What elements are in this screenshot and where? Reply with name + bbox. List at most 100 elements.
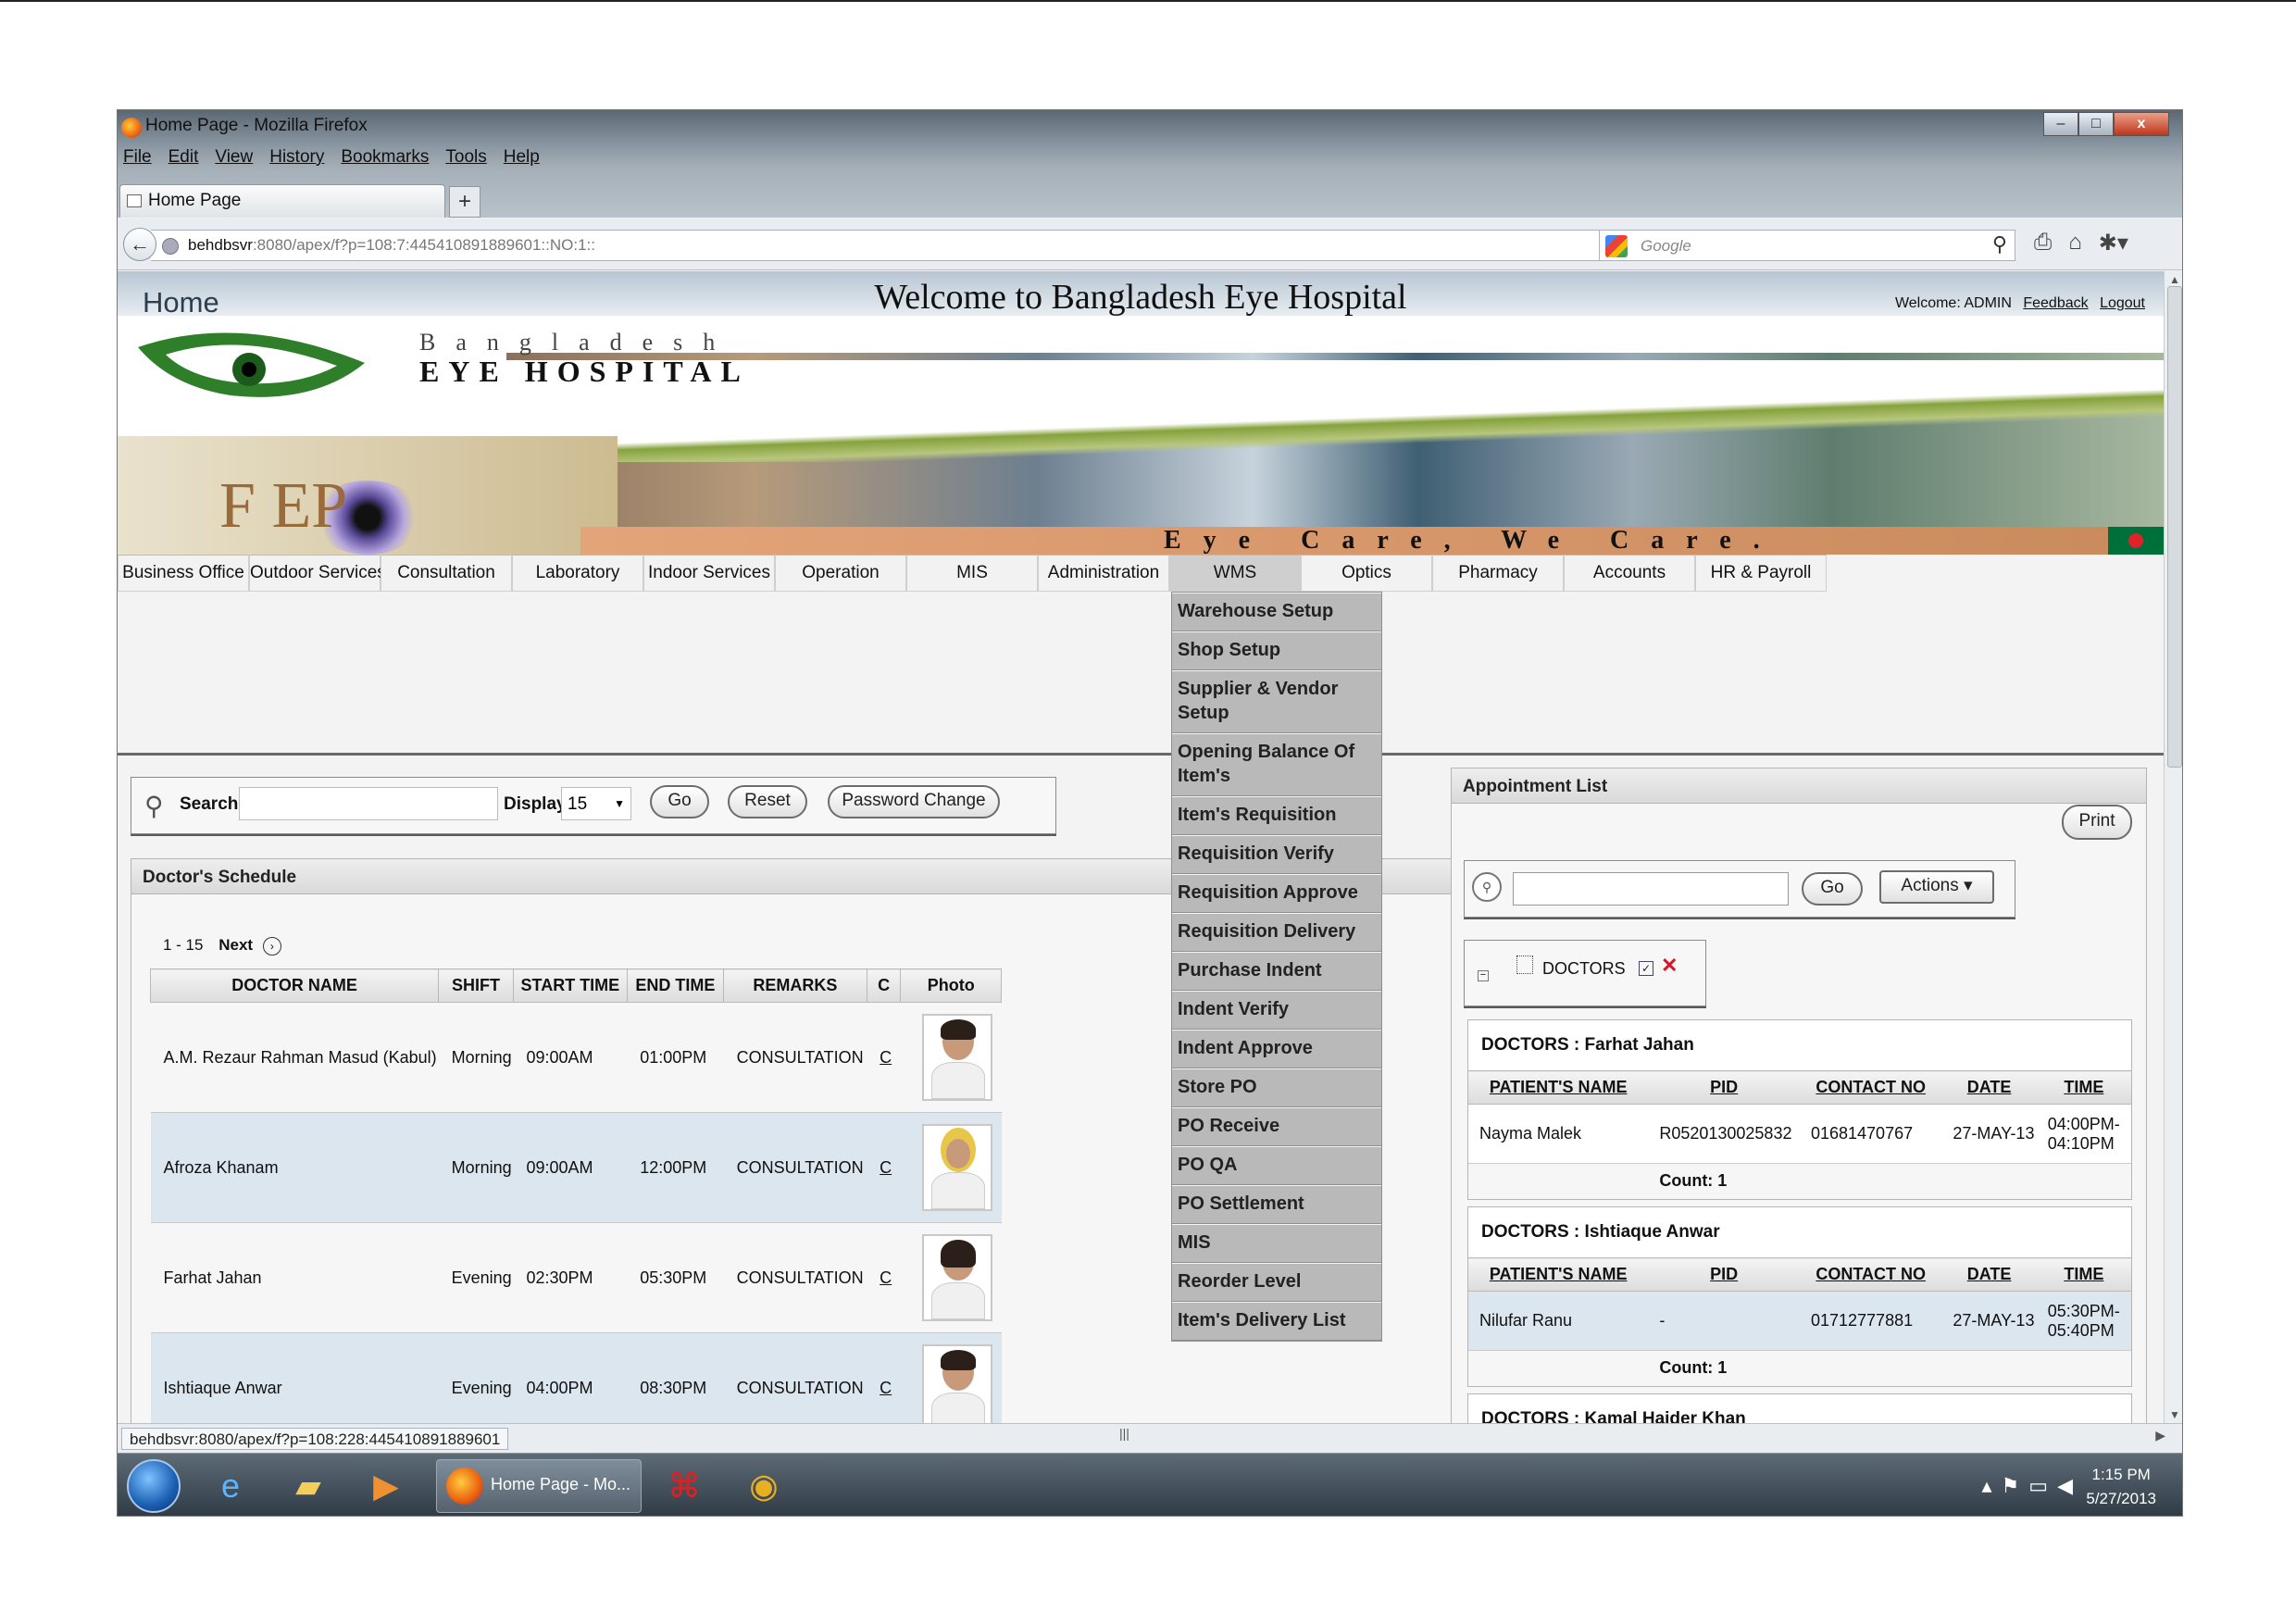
search-input[interactable] (239, 787, 498, 820)
menu-item-supplier-vendor-setup[interactable]: Supplier & Vendor Setup (1172, 670, 1381, 733)
nav-indoor-services[interactable]: Indoor Services (643, 555, 775, 592)
nav-consultation[interactable]: Consultation (381, 555, 512, 592)
go-button[interactable]: Go (650, 785, 709, 818)
menu-view[interactable]: View (215, 147, 253, 168)
menu-item-requisition-delivery[interactable]: Requisition Delivery (1172, 913, 1381, 952)
col-end-time[interactable]: END TIME (626, 968, 725, 1003)
menu-file[interactable]: File (123, 147, 152, 168)
system-tray-icons[interactable]: ▴⚑▭◀ (1982, 1474, 2082, 1498)
folder-icon[interactable]: ▰ (282, 1461, 334, 1511)
col-date[interactable]: DATE (1941, 1257, 2037, 1292)
col-date[interactable]: DATE (1941, 1070, 2037, 1105)
col-shift[interactable]: SHIFT (438, 968, 514, 1003)
col-contact-no[interactable]: CONTACT NO (1799, 1257, 1942, 1292)
media-player-icon[interactable]: ▶ (360, 1461, 412, 1511)
col-pid[interactable]: PID (1648, 1070, 1800, 1105)
nav-accounts[interactable]: Accounts (1564, 555, 1695, 592)
new-tab-button[interactable]: + (449, 186, 480, 218)
clock[interactable]: 1:15 PM 5/27/2013 (2086, 1463, 2156, 1511)
menu-item-purchase-indent[interactable]: Purchase Indent (1172, 952, 1381, 991)
logout-link[interactable]: Logout (2100, 295, 2145, 311)
menu-item-opening-balance[interactable]: Opening Balance Of Item's (1172, 733, 1381, 796)
vertical-scrollbar[interactable]: ▲ ▼ (2164, 271, 2182, 1423)
filter-checkbox[interactable]: ✓ (1639, 961, 1653, 976)
col-contact-no[interactable]: CONTACT NO (1799, 1070, 1942, 1105)
menu-item-po-settlement[interactable]: PO Settlement (1172, 1185, 1381, 1224)
search-icon[interactable]: ⚲ (1472, 872, 1502, 902)
col-patient-name[interactable]: PATIENT'S NAME (1468, 1070, 1649, 1105)
col-start-time[interactable]: START TIME (512, 968, 628, 1003)
appointment-go-button[interactable]: Go (1802, 872, 1863, 906)
scroll-up-icon[interactable]: ▲ (2169, 273, 2180, 286)
c-link[interactable]: C (867, 1222, 901, 1333)
nav-optics[interactable]: Optics (1301, 555, 1432, 592)
menu-bookmarks[interactable]: Bookmarks (341, 147, 429, 168)
back-button[interactable]: ← (123, 228, 156, 261)
col-c[interactable]: C (866, 968, 902, 1003)
site-identity-icon[interactable] (162, 238, 179, 255)
actions-menu-button[interactable]: Actions ▾ (1879, 870, 1994, 904)
appointment-search-input[interactable] (1513, 872, 1789, 906)
search-engine-box[interactable]: Google ⚲ (1599, 230, 2015, 261)
col-doctor-name[interactable]: DOCTOR NAME (149, 968, 440, 1003)
display-select[interactable]: 15 ▼ (561, 787, 631, 820)
password-change-button[interactable]: Password Change (828, 785, 1000, 818)
print-button[interactable]: Print (2062, 805, 2132, 840)
c-link[interactable]: C (867, 1112, 901, 1223)
nav-wms[interactable]: WMS (1169, 555, 1301, 592)
nav-mis[interactable]: MIS (906, 555, 1038, 592)
col-pid[interactable]: PID (1648, 1257, 1800, 1292)
nav-laboratory[interactable]: Laboratory (512, 555, 643, 592)
remove-filter-icon[interactable]: ✕ (1661, 954, 1678, 978)
menu-item-requisition-approve[interactable]: Requisition Approve (1172, 874, 1381, 913)
internet-explorer-icon[interactable]: e (205, 1461, 256, 1511)
nav-business-office[interactable]: Business Office (118, 555, 249, 592)
maximize-button[interactable]: □ (2078, 112, 2114, 136)
menu-item-po-qa[interactable]: PO QA (1172, 1146, 1381, 1185)
addon-icon[interactable]: ✱▾ (2099, 230, 2128, 256)
minimize-button[interactable]: – (2043, 112, 2078, 136)
chevron-right-icon[interactable]: › (262, 937, 281, 956)
menu-item-requisition-verify[interactable]: Requisition Verify (1172, 835, 1381, 874)
nav-operation[interactable]: Operation (775, 555, 906, 592)
menu-help[interactable]: Help (504, 147, 540, 168)
menu-item-shop-setup[interactable]: Shop Setup (1172, 631, 1381, 670)
menu-item-po-receive[interactable]: PO Receive (1172, 1107, 1381, 1146)
nav-hr-payroll[interactable]: HR & Payroll (1695, 555, 1827, 592)
google-icon[interactable] (1605, 235, 1628, 257)
reset-button[interactable]: Reset (728, 785, 807, 818)
menu-item-reorder-level[interactable]: Reorder Level (1172, 1263, 1381, 1302)
tab-home-page[interactable]: Home Page (119, 184, 445, 218)
scrollbar-thumb[interactable] (2167, 286, 2182, 768)
menu-item-warehouse-setup[interactable]: Warehouse Setup (1172, 593, 1381, 631)
menu-edit[interactable]: Edit (168, 147, 199, 168)
nav-administration[interactable]: Administration (1038, 555, 1169, 592)
menu-history[interactable]: History (269, 147, 324, 168)
print-icon[interactable]: ⎙ (2034, 230, 2052, 256)
menu-tools[interactable]: Tools (445, 147, 486, 168)
feedback-link[interactable]: Feedback (2023, 295, 2088, 311)
search-icon[interactable]: ⚲ (1992, 232, 2007, 256)
pager-next-link[interactable]: Next (218, 936, 253, 954)
col-patient-name[interactable]: PATIENT'S NAME (1468, 1257, 1649, 1292)
scroll-down-icon[interactable]: ▼ (2169, 1408, 2180, 1421)
menu-item-mis[interactable]: MIS (1172, 1224, 1381, 1263)
menu-item-store-po[interactable]: Store PO (1172, 1068, 1381, 1107)
collapse-icon[interactable]: − (1478, 970, 1489, 981)
start-button[interactable] (127, 1459, 181, 1513)
chrome-icon[interactable]: ◉ (738, 1461, 790, 1511)
close-button[interactable]: x (2114, 112, 2169, 136)
menu-item-indent-verify[interactable]: Indent Verify (1172, 991, 1381, 1030)
scroll-right-icon[interactable]: ▶ (2155, 1428, 2165, 1443)
menu-item-items-requisition[interactable]: Item's Requisition (1172, 796, 1381, 835)
home-icon[interactable]: ⌂ (2068, 230, 2082, 256)
taskbar-firefox-window[interactable]: Home Page - Mo... (436, 1459, 642, 1513)
horizontal-scroll-grip-icon[interactable]: ||| (1119, 1426, 1129, 1441)
address-bar[interactable]: behdbsvr:8080/apex/f?p=108:7:44541089188… (151, 230, 1699, 261)
col-time[interactable]: TIME (2036, 1070, 2131, 1105)
col-remarks[interactable]: REMARKS (723, 968, 867, 1003)
col-time[interactable]: TIME (2036, 1257, 2131, 1292)
menu-item-indent-approve[interactable]: Indent Approve (1172, 1030, 1381, 1068)
menu-item-items-delivery-list[interactable]: Item's Delivery List (1172, 1302, 1381, 1341)
c-link[interactable]: C (867, 1002, 901, 1113)
